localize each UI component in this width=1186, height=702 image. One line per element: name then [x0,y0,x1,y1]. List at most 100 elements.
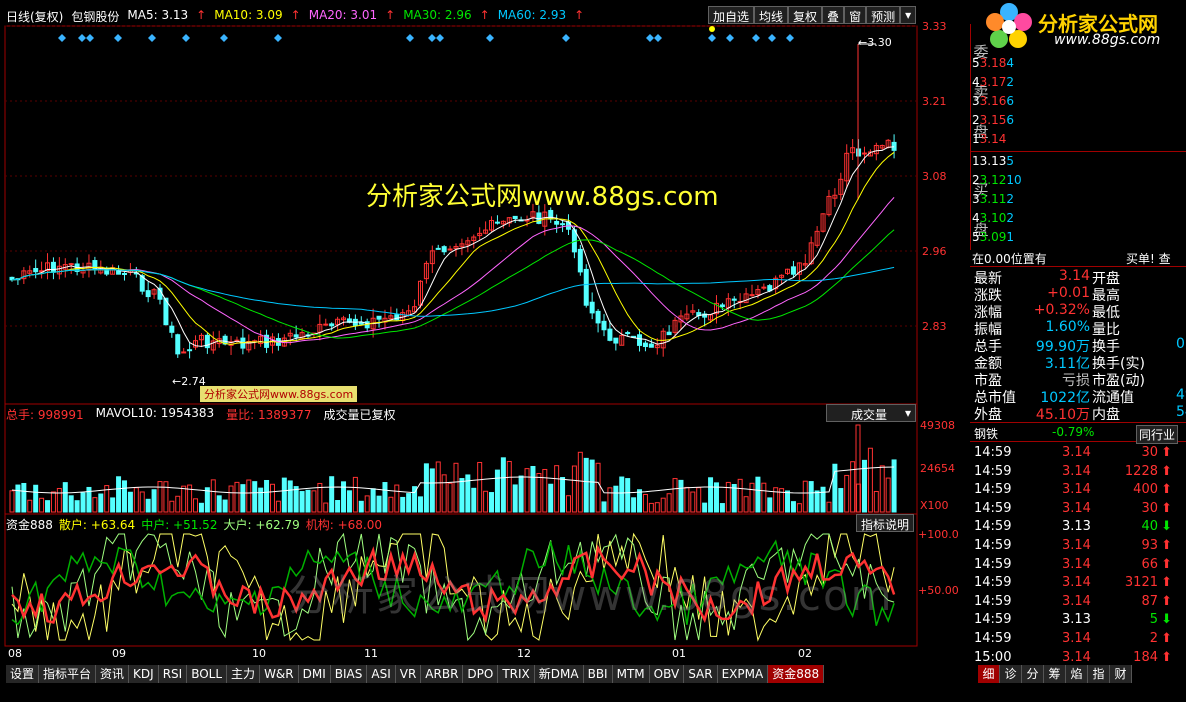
indicator-tab[interactable]: 指标平台 [39,665,97,683]
tick-time: 14:59 [974,519,1012,535]
detail-tab[interactable]: 财 [1110,665,1132,683]
volume-bar [483,490,489,513]
indicator-tab[interactable]: KDJ [129,665,159,683]
tick-time: 14:59 [974,575,1012,591]
up-arrow-icon: ⬆ [1161,556,1172,572]
buy-level-row[interactable]: 43.102 [972,211,1186,225]
volume-bar [684,486,690,513]
toolbar-dropdown-icon[interactable]: ▾ [900,6,917,24]
indicator-tab[interactable]: W&R [260,665,299,683]
indicator-tab[interactable]: MTM [612,665,650,683]
volume-bar [406,493,412,513]
signal-diamond [752,34,760,42]
indicator-tab[interactable]: 资讯 [96,665,130,683]
buy-level-row[interactable]: 33.112 [972,192,1186,206]
tick-time: 14:59 [974,612,1012,628]
overlay-button[interactable]: 叠 [822,6,845,24]
indicator-tab[interactable]: TRIX [498,665,535,683]
volume-bar [121,480,127,513]
tick-volume: 1228 [1124,463,1158,479]
volume-bar [489,492,495,513]
buy-level-row[interactable]: 23.1210 [972,173,1186,187]
month-label: 11 [364,647,378,660]
ma-button[interactable]: 均线 [754,6,789,24]
indicator-tab[interactable]: OBV [649,665,685,683]
tick-time: 15:00 [974,649,1012,665]
sell-level-row[interactable]: 53.184 [972,56,1186,70]
candle [601,320,607,331]
period-label[interactable]: 日线(复权) [6,8,63,24]
volume-bar [749,482,755,513]
candle [441,246,447,253]
volume-dropdown[interactable]: 成交量 ▾ [826,404,916,422]
indicator-tab[interactable]: DPO [463,665,499,683]
volume-bar [133,487,139,513]
forecast-button[interactable]: 预测 [866,6,901,24]
detail-tab[interactable]: 指 [1088,665,1110,683]
indicator-tab[interactable]: SAR [684,665,718,683]
detail-tab[interactable]: 诊 [1000,665,1022,683]
sell-level-row[interactable]: 13.14 [972,132,1186,146]
volume-bar [790,501,796,513]
tick-volume: 3121 [1124,575,1158,591]
volume-bar [838,488,844,513]
indicator-tab[interactable]: RSI [158,665,188,683]
detail-tab[interactable]: 细 [978,665,1000,683]
add-watchlist-button[interactable]: 加自选 [708,6,755,24]
sell-level-row[interactable]: 33.166 [972,94,1186,108]
volume-bar [370,488,376,513]
price: 3.16 [979,94,1007,108]
volume-adjusted: 成交量已复权 [323,408,396,422]
signal-dot [709,26,715,32]
indicator-tab[interactable]: EXPMA [717,665,769,683]
indicator-tab[interactable]: 设置 [6,665,40,683]
volume-header: 总手: 998991 MAVOL10: 1954383 量比: 1389377 … [6,406,396,423]
sell-level-row[interactable]: 43.172 [972,75,1186,89]
adjust-button[interactable]: 复权 [788,6,823,24]
detail-tab[interactable]: 筹 [1044,665,1066,683]
indicator-tab[interactable]: ASI [367,665,396,683]
candle [435,247,441,250]
indicator-tab[interactable]: VR [395,665,422,683]
volume-bar [648,502,654,513]
high-price-marker: ←3.30 [858,36,892,49]
indicator-tab[interactable]: ARBR [421,665,464,683]
volume-bar [323,502,329,513]
candle [169,325,175,333]
fund-header: 资金888 散户: +63.64 中户: +51.52 大户: +62.79 机… [6,516,382,533]
indicator-tab[interactable]: 资金888 [768,665,825,683]
signal-diamond [114,34,122,42]
indicator-tab[interactable]: BIAS [330,665,368,683]
sell-level-row[interactable]: 23.156 [972,113,1186,127]
detail-tab[interactable]: 分 [1022,665,1044,683]
indicator-tab[interactable]: BBI [583,665,613,683]
indicator-tab[interactable]: 新DMA [534,665,584,683]
volume-bar [441,474,447,513]
volume: 1 [1006,230,1014,244]
detail-tab[interactable]: 焰 [1066,665,1088,683]
volume-bar [459,478,465,513]
quote-value: 54 [1176,404,1186,420]
indicator-tab[interactable]: BOLL [187,665,228,683]
signal-diamond [436,34,444,42]
indicator-help-button[interactable]: 指标说明 [856,514,915,532]
volume-bar [678,479,684,513]
up-arrow-icon: ⬆ [1161,445,1172,460]
indicator-tab[interactable]: DMI [298,665,331,683]
tick-time: 14:59 [974,556,1012,572]
candle [494,221,500,224]
buy-level-row[interactable]: 13.135 [972,154,1186,168]
indicator-tab[interactable]: 主力 [227,665,261,683]
ma-label: MA10: 3.09 [214,8,283,22]
same-industry-button[interactable]: 同行业 [1136,425,1179,444]
signal-diamond [274,34,282,42]
price: 3.09 [979,230,1007,244]
buy-level-row[interactable]: 53.091 [972,230,1186,244]
price-axis-label: 3.21 [922,95,947,108]
window-button[interactable]: 窗 [844,6,867,24]
ma-label: MA60: 2.93 [497,8,567,22]
volume-bar [193,498,199,513]
buy-note[interactable]: 买单! 查 [1126,250,1171,267]
volume-bar [9,490,15,513]
candle [329,323,335,327]
